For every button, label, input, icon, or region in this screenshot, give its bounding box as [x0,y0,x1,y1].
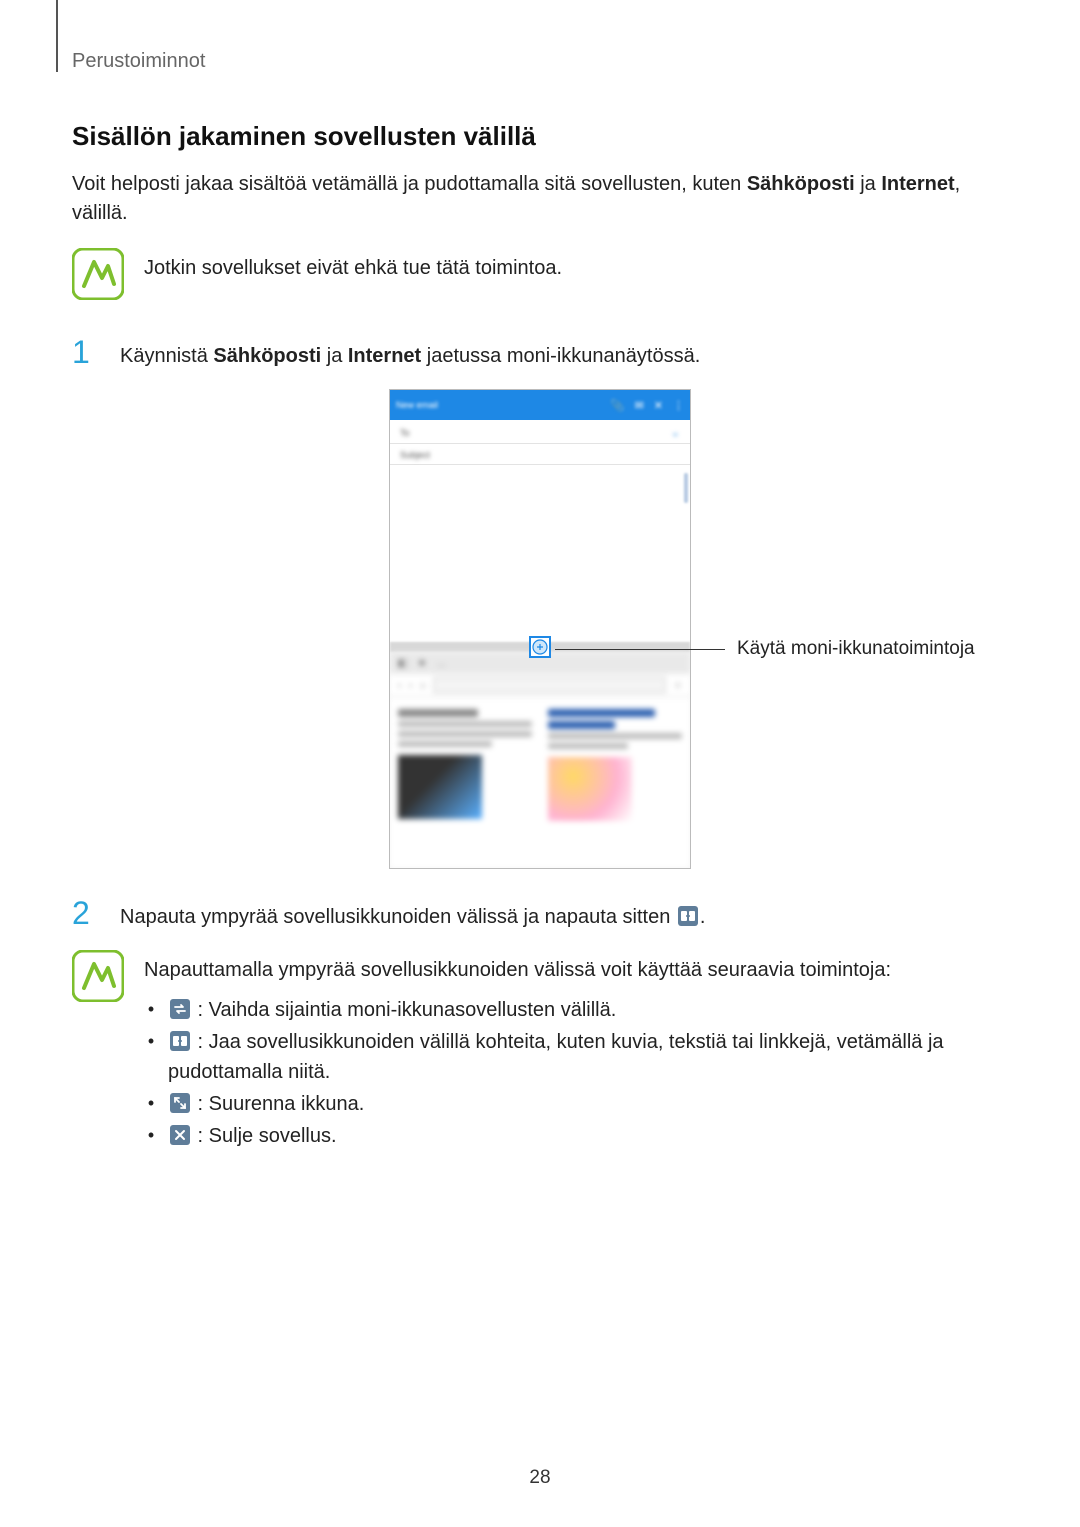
figure-to-label: To [400,428,410,438]
maximize-icon [170,1092,190,1112]
step1-bold1: Sähköposti [213,345,321,367]
forward-icon: › [409,680,412,690]
intro-pre: Voit helposti jakaa sisältöä vetämällä j… [72,173,747,195]
star-icon: ★ [417,658,426,669]
bullet-marker: • [144,1027,158,1056]
tab-icon: ◧ [398,658,407,669]
figure-callout: Käytä moni-ikkunatoimintoja [555,638,975,660]
note2-intro: Napauttamalla ympyrää sovellusikkunoiden… [144,956,1008,985]
bullet-marker: • [144,1089,158,1118]
bullet-item-maximize: • : Suurenna ikkuna. [144,1089,1008,1119]
figure-address-input [433,677,665,693]
figure-photo-image [548,757,632,821]
close-icon [170,1124,190,1144]
step1-bold2: Internet [348,345,421,367]
multi-window-handle-icon [531,638,549,656]
page-heading: Sisällön jakaminen sovellusten välillä [72,121,1008,152]
chevron-down-icon: ⌄ [671,426,680,439]
figure-email-body [390,465,690,642]
step2-pre: Napauta ympyrää sovellusikkunoiden välis… [120,906,676,928]
figure-subject-label: Subject [400,450,430,460]
step-2-number: 2 [72,897,100,929]
step-1: 1 Käynnistä Sähköposti ja Internet jaetu… [72,336,1008,371]
menu-icon: ⋮ [673,399,684,412]
step2-post: . [700,906,706,928]
figure-email-title: New email [396,400,438,410]
page-number: 28 [0,1467,1080,1489]
intro-bold1: Sähköposti [747,173,855,195]
more-icon: … [436,658,446,669]
send-icon: ✉ [635,399,644,412]
figure-subject-field: Subject [390,444,690,465]
intro-bold2: Internet [881,173,954,195]
callout-label: Käytä moni-ikkunatoimintoja [725,638,975,660]
bullet-marker: • [144,995,158,1024]
home-icon: ⌂ [420,680,425,690]
swap-icon [170,998,190,1018]
figure-to-field: To ⌄ [390,420,690,444]
note-icon [72,950,124,1002]
note-text-2: Napauttamalla ympyrää sovellusikkunoiden… [144,950,1008,1153]
figure-email-header: New email 📎 ✉ ✕ ⋮ [390,390,690,420]
figure-web-content [390,697,690,868]
figure-phone-image [398,755,482,819]
note-icon [72,248,124,300]
step-1-number: 1 [72,336,100,368]
bullet-text-1: : Jaa sovellusikkunoiden välillä kohteit… [168,1031,944,1083]
step1-post: jaetussa moni-ikkunanäytössä. [421,345,700,367]
bullet-marker: • [144,1121,158,1150]
close-small-icon: ✕ [654,399,663,412]
bullet-text-0: : Vaihda sijaintia moni-ikkunasovelluste… [192,999,616,1021]
share-window-icon [170,1030,190,1050]
share-window-icon [678,906,698,926]
figure-email-pane: New email 📎 ✉ ✕ ⋮ To ⌄ Subject [390,390,690,642]
bullet-item-share: • : Jaa sovellusikkunoiden välillä kohte… [144,1027,1008,1087]
figure-browser-addressbar: ‹ › ⌂ ☆ [390,674,690,697]
intro-paragraph: Voit helposti jakaa sisältöä vetämällä j… [72,170,1008,228]
margin-rule [56,0,58,72]
note-block-1: Jotkin sovellukset eivät ehkä tue tätä t… [72,248,1008,300]
step1-mid: ja [321,345,348,367]
bullet-list: • : Vaihda sijaintia moni-ikkunasovellus… [144,995,1008,1151]
bookmark-icon: ☆ [674,680,682,691]
figure-email-header-icons: 📎 ✉ ✕ ⋮ [611,399,684,412]
note-block-2: Napauttamalla ympyrää sovellusikkunoiden… [72,950,1008,1153]
figure-browser-pane: ◧ ★ … ‹ › ⌂ ☆ [390,652,690,868]
back-icon: ‹ [398,680,401,690]
attach-icon: 📎 [611,399,625,412]
section-label: Perustoiminnot [72,50,1008,73]
step-1-text: Käynnistä Sähköposti ja Internet jaetuss… [120,336,1008,371]
step1-pre: Käynnistä [120,345,213,367]
bullet-item-swap: • : Vaihda sijaintia moni-ikkunasovellus… [144,995,1008,1025]
figure-wrap: New email 📎 ✉ ✕ ⋮ To ⌄ Subject [72,389,1008,869]
bullet-text-2: : Suurenna ikkuna. [192,1093,364,1115]
step-2: 2 Napauta ympyrää sovellusikkunoiden väl… [72,897,1008,932]
figure-scroll-indicator [684,473,688,503]
step-2-text: Napauta ympyrää sovellusikkunoiden välis… [120,897,1008,932]
note-text-1: Jotkin sovellukset eivät ehkä tue tätä t… [144,248,562,283]
intro-mid: ja [855,173,882,195]
callout-leader-line [555,649,725,650]
bullet-text-3: : Sulje sovellus. [192,1125,337,1147]
figure-multi-window-handle [529,636,551,658]
bullet-item-close: • : Sulje sovellus. [144,1121,1008,1151]
page-content: Perustoiminnot Sisällön jakaminen sovell… [0,0,1080,1229]
figure-multi-window: New email 📎 ✉ ✕ ⋮ To ⌄ Subject [389,389,691,869]
